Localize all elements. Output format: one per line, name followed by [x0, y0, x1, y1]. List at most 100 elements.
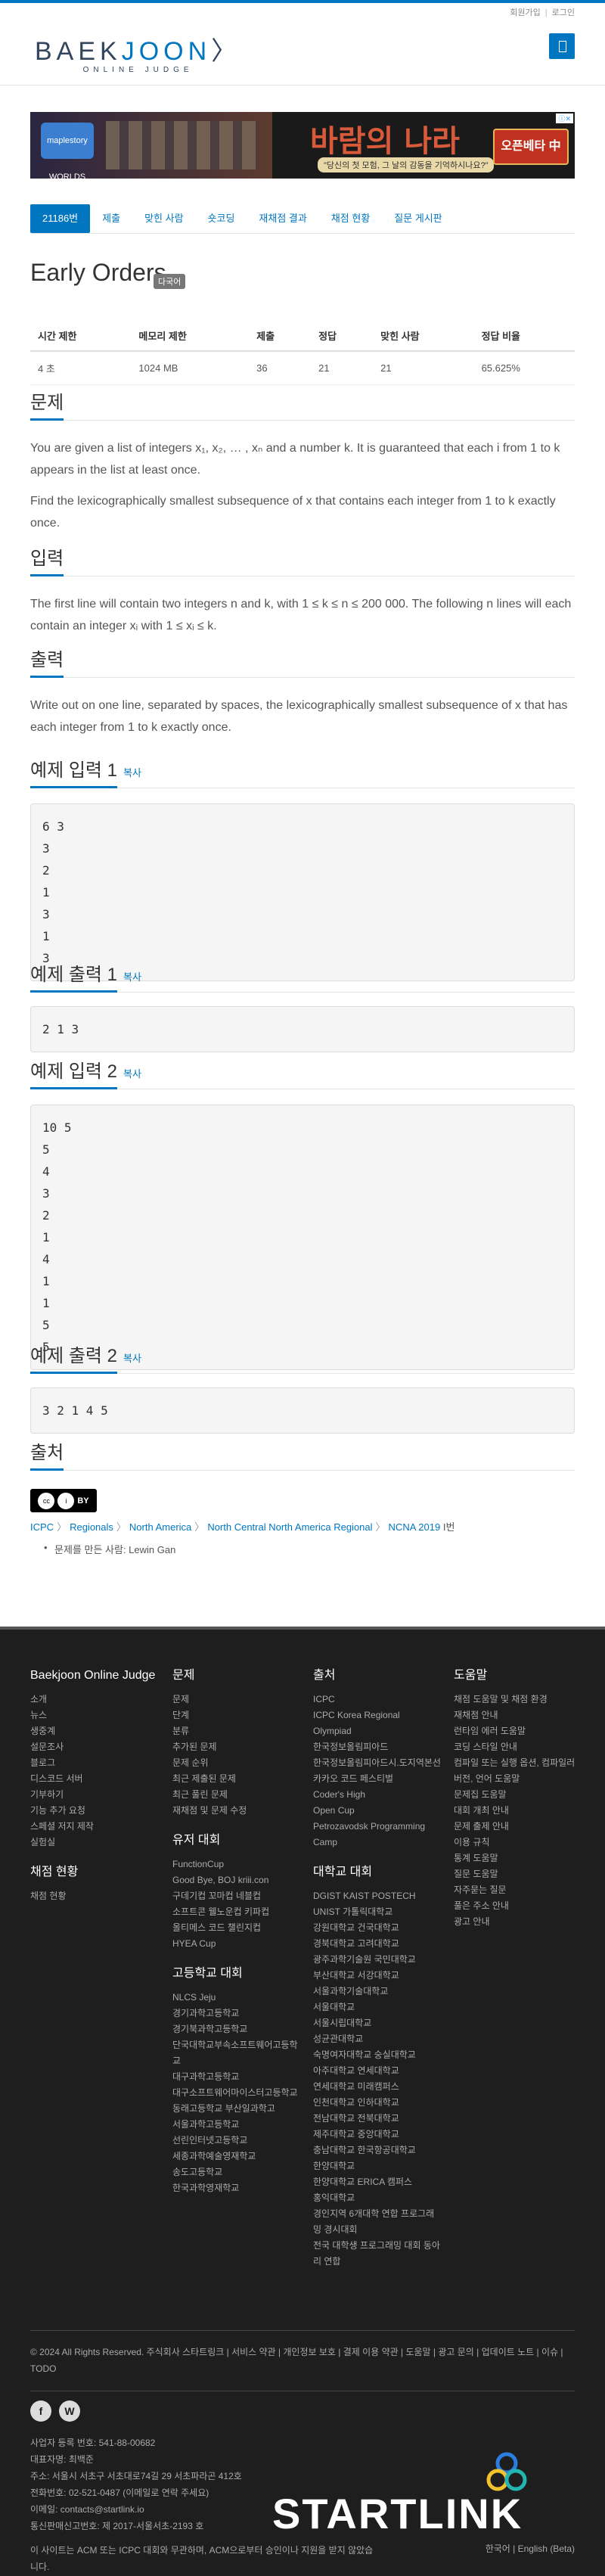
- footer-link[interactable]: 한국정보올림피아드: [313, 1739, 442, 1755]
- tab-rejudge[interactable]: 재채점 결과: [247, 204, 318, 233]
- footer-link[interactable]: 최근 풀린 문제: [172, 1787, 301, 1803]
- sample-output-2[interactable]: 3 2 1 4 5: [30, 1387, 575, 1434]
- footer-link[interactable]: 광고 안내: [454, 1914, 582, 1930]
- footer-link[interactable]: 자주묻는 질문: [454, 1882, 582, 1898]
- footer-link[interactable]: Good Bye, BOJ kriii.con: [172, 1872, 301, 1888]
- copy-button[interactable]: 복사: [123, 1068, 141, 1080]
- footer-link[interactable]: Petrozavodsk Programming Camp: [313, 1819, 442, 1850]
- menu-toggle-button[interactable]: [549, 33, 575, 59]
- footer-link[interactable]: 재채점 및 문제 수정: [172, 1803, 301, 1819]
- footer-link[interactable]: 통계 도움말: [454, 1850, 582, 1866]
- footer-link[interactable]: 연세대학교 미래캠퍼스: [313, 2079, 442, 2095]
- footer-link[interactable]: 추가된 문제: [172, 1739, 301, 1755]
- footer-link[interactable]: 한양대학교 ERICA 캠퍼스: [313, 2174, 442, 2190]
- crumb-link[interactable]: Regionals: [70, 1521, 113, 1533]
- footer-link[interactable]: 문제 순위: [172, 1755, 301, 1771]
- footer-link[interactable]: 질문 도움말: [454, 1866, 582, 1882]
- footer-link[interactable]: 구데기컵 꼬마컵 네블컵: [172, 1888, 301, 1904]
- tab-solvers[interactable]: 맞힌 사람: [132, 204, 195, 233]
- signup-link[interactable]: 회원가입: [510, 8, 540, 17]
- crumb-link[interactable]: North America: [129, 1521, 191, 1533]
- tab-status[interactable]: 채점 현황: [319, 204, 382, 233]
- login-link[interactable]: 로그인: [552, 8, 575, 17]
- tab-short-coding[interactable]: 숏코딩: [196, 204, 247, 233]
- copy-button[interactable]: 복사: [123, 767, 141, 778]
- footer-link[interactable]: 대구과학고등학교: [172, 2069, 301, 2085]
- facebook-icon[interactable]: f: [30, 2400, 51, 2422]
- footer-link[interactable]: 생중계: [30, 1723, 159, 1739]
- footer-link[interactable]: 소개: [30, 1692, 159, 1707]
- footer-link[interactable]: UNIST 가톨릭대학교: [313, 1904, 442, 1920]
- footer-link[interactable]: 런타임 에러 도움말: [454, 1723, 582, 1739]
- footer-link[interactable]: ICPC Korea Regional: [313, 1707, 442, 1723]
- footer-link[interactable]: 소프트콘 웰노운컵 키파컵: [172, 1904, 301, 1920]
- footer-link[interactable]: 재채점 안내: [454, 1707, 582, 1723]
- footer-link[interactable]: 숙명여자대학교 숭실대학교: [313, 2047, 442, 2063]
- footer-link[interactable]: 동래고등학교 부산일과학고: [172, 2101, 301, 2117]
- footer-link[interactable]: FunctionCup: [172, 1857, 301, 1872]
- footer-link[interactable]: 세종과학예술영재학교: [172, 2149, 301, 2164]
- footer-link[interactable]: 서울시립대학교: [313, 2015, 442, 2031]
- footer-link[interactable]: 풀은 주소 안내: [454, 1898, 582, 1914]
- copy-button[interactable]: 복사: [123, 1353, 141, 1364]
- footer-link[interactable]: 올티메스 코드 챌린지컵: [172, 1920, 301, 1936]
- footer-link[interactable]: 홍익대학교: [313, 2190, 442, 2206]
- footer-link[interactable]: Coder's High: [313, 1787, 442, 1803]
- cc-license-badge[interactable]: cc i BY: [30, 1489, 97, 1512]
- footer-link[interactable]: 경북대학교 고려대학교: [313, 1936, 442, 1952]
- footer-link[interactable]: 서울과학기술대학교: [313, 1984, 442, 2000]
- footer-link[interactable]: 뉴스: [30, 1707, 159, 1723]
- footer-link[interactable]: 강원대학교 건국대학교: [313, 1920, 442, 1936]
- crumb-link[interactable]: NCNA 2019: [389, 1521, 441, 1533]
- footer-link[interactable]: 성균관대학교: [313, 2031, 442, 2047]
- footer-link[interactable]: 경인지역 6개대학 연합 프로그래밍 경시대회: [313, 2206, 442, 2238]
- footer-link[interactable]: 문제 출제 안내: [454, 1819, 582, 1835]
- footer-link[interactable]: 디스코드 서버: [30, 1771, 159, 1787]
- footer-link[interactable]: 코딩 스타일 안내: [454, 1739, 582, 1755]
- tab-submit[interactable]: 제출: [90, 204, 132, 233]
- language-switch[interactable]: 한국어 | English (Beta): [486, 2542, 575, 2555]
- footer-link[interactable]: 송도고등학교: [172, 2164, 301, 2180]
- copy-button[interactable]: 복사: [123, 971, 141, 983]
- sample-output-1[interactable]: 2 1 3: [30, 1006, 575, 1052]
- tab-board[interactable]: 질문 게시판: [382, 204, 454, 233]
- footer-link[interactable]: 전남대학교 전북대학교: [313, 2111, 442, 2127]
- footer-link[interactable]: Open Cup: [313, 1803, 442, 1819]
- footer-link[interactable]: 부산대학교 서강대학교: [313, 1968, 442, 1984]
- footer-link[interactable]: 서울대학교: [313, 2000, 442, 2015]
- site-logo[interactable]: BAEKJOON〉 ONLINE JUDGE: [35, 30, 241, 74]
- crumb-link[interactable]: ICPC: [30, 1521, 54, 1533]
- footer-link[interactable]: 인천대학교 인하대학교: [313, 2095, 442, 2111]
- footer-link[interactable]: 한양대학교: [313, 2158, 442, 2174]
- footer-link[interactable]: 아주대학교 연세대학교: [313, 2063, 442, 2079]
- footer-link[interactable]: 단국대학교부속소프트웨어고등학교: [172, 2037, 301, 2069]
- footer-link[interactable]: 채점 도움말 및 채점 환경: [454, 1692, 582, 1707]
- footer-link[interactable]: 충남대학교 한국항공대학교: [313, 2143, 442, 2158]
- footer-link[interactable]: NLCS Jeju: [172, 1990, 301, 2006]
- ad-banner[interactable]: maplestory WORLDS 바람의 나라 "당신의 첫 모험, 그 날의…: [30, 112, 575, 179]
- footer-link[interactable]: 경기과학고등학교: [172, 2006, 301, 2021]
- footer-link[interactable]: 최근 제출된 문제: [172, 1771, 301, 1787]
- footer-link[interactable]: 전국 대학생 프로그래밍 대회 동아리 연합: [313, 2238, 442, 2270]
- footer-link[interactable]: 이용 규칙: [454, 1835, 582, 1850]
- footer-link[interactable]: ICPC: [313, 1692, 442, 1707]
- footer-link[interactable]: 서울과학고등학교: [172, 2117, 301, 2133]
- wordpress-icon[interactable]: W: [59, 2400, 80, 2422]
- crumb-link[interactable]: North Central North America Regional: [207, 1521, 372, 1533]
- footer-link[interactable]: 분류: [172, 1723, 301, 1739]
- footer-link[interactable]: 카카오 코드 페스티벌: [313, 1771, 442, 1787]
- footer-legal-links[interactable]: © 2024 All Rights Reserved. 주식회사 스타트링크 |…: [30, 2344, 575, 2377]
- footer-link[interactable]: 블로그: [30, 1755, 159, 1771]
- footer-link[interactable]: 기능 추가 요청: [30, 1803, 159, 1819]
- footer-link[interactable]: 선린인터넷고등학교: [172, 2133, 301, 2149]
- footer-link[interactable]: 설문조사: [30, 1739, 159, 1755]
- ad-cta-button[interactable]: 오픈베타 中: [493, 129, 569, 165]
- footer-link[interactable]: DGIST KAIST POSTECH: [313, 1888, 442, 1904]
- sample-input-2[interactable]: 10 5 5 4 3 2 1 4 1 1 5 5: [30, 1105, 575, 1370]
- footer-link[interactable]: 대구소프트웨어마이스터고등학교: [172, 2085, 301, 2101]
- sample-input-1[interactable]: 6 3 3 2 1 3 1 3: [30, 803, 575, 981]
- multilang-badge[interactable]: 다국어: [154, 274, 186, 289]
- footer-link[interactable]: 단계: [172, 1707, 301, 1723]
- footer-link[interactable]: 문제집 도움말: [454, 1787, 582, 1803]
- footer-link[interactable]: 기부하기: [30, 1787, 159, 1803]
